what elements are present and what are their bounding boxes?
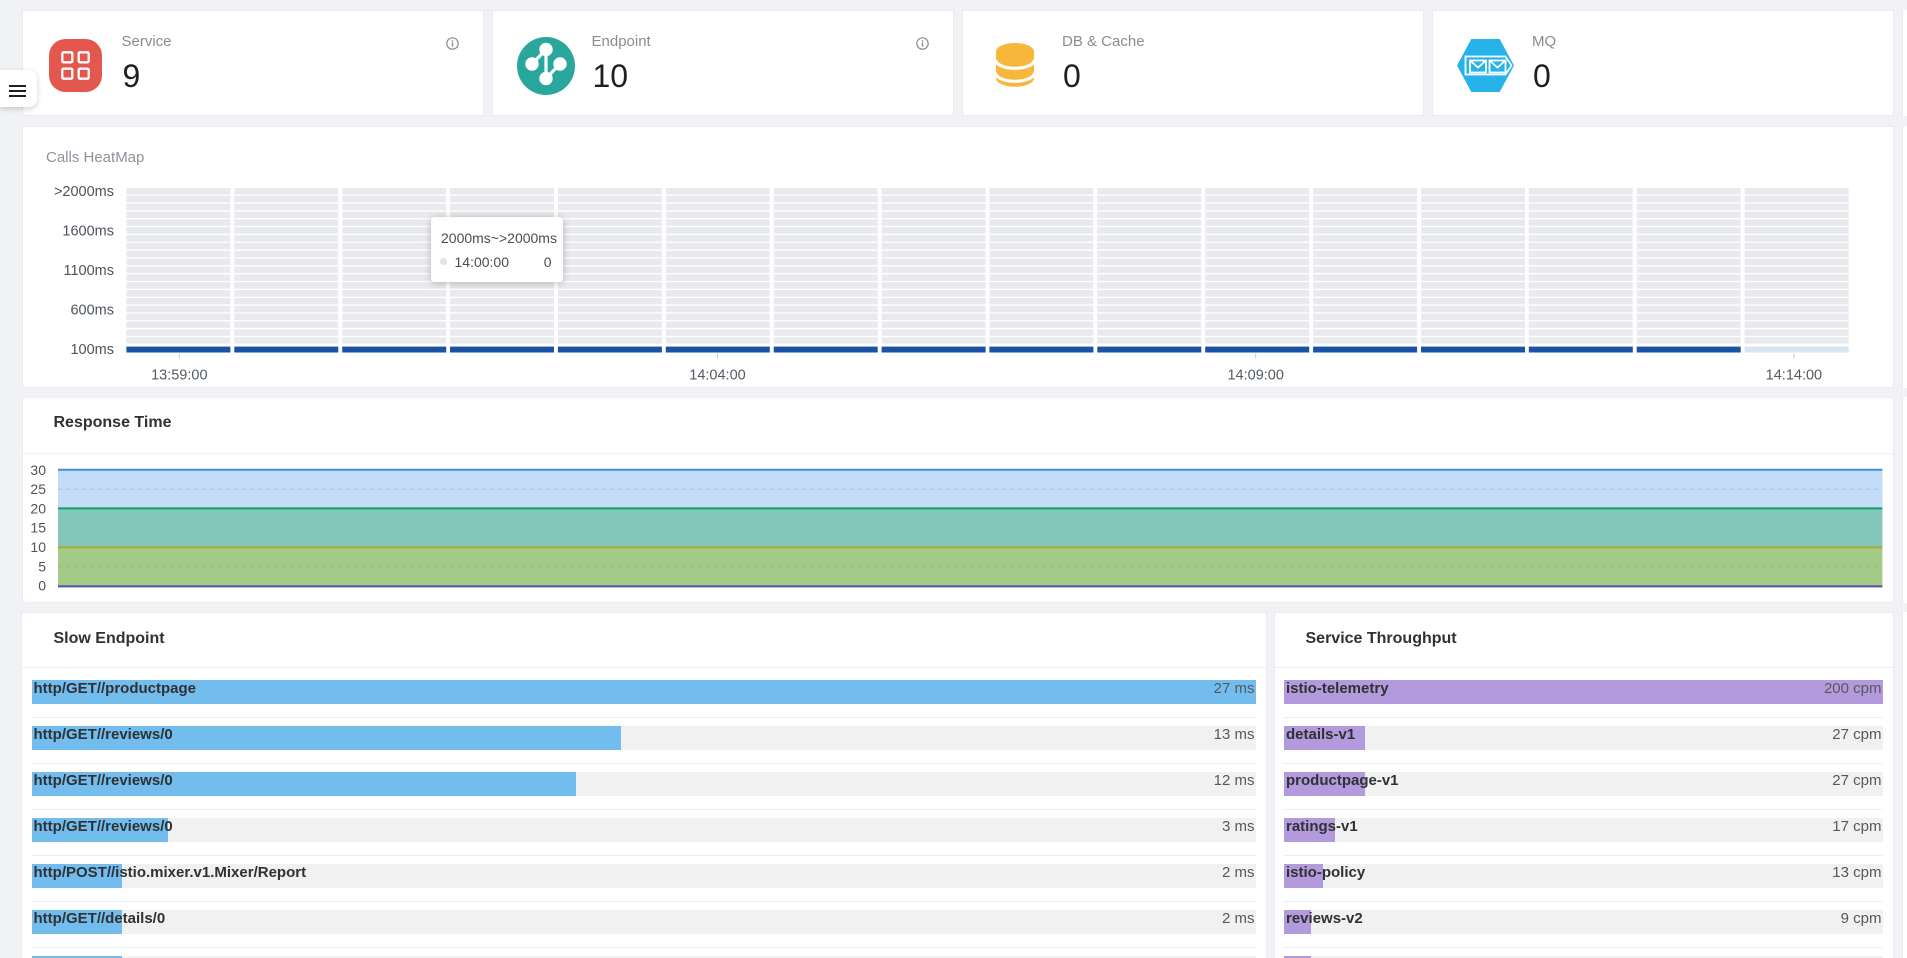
svg-text:25: 25 (30, 481, 46, 497)
svg-text:10: 10 (30, 539, 46, 555)
svg-text:20: 20 (30, 500, 46, 516)
svg-text:0: 0 (38, 578, 46, 594)
svg-text:15: 15 (30, 520, 46, 536)
svg-text:30: 30 (30, 462, 46, 478)
svg-text:5: 5 (38, 558, 46, 574)
